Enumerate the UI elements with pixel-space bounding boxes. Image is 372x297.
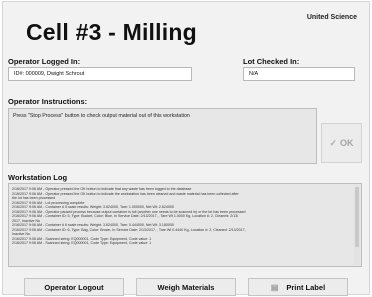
weigh-materials-label: Weigh Materials <box>157 282 215 292</box>
lot-field[interactable]: N/A <box>243 67 355 81</box>
log-scrollbar[interactable] <box>354 185 360 265</box>
company-name: United Science <box>306 14 357 21</box>
instructions-text: Press "Stop Process" button to check out… <box>13 113 190 119</box>
printer-icon: ▤ <box>270 282 279 292</box>
workstation-log[interactable]: 2/16/2017 9:06 AM - Operator pressed the… <box>8 183 362 267</box>
page-title: Cell #3 - Milling <box>26 19 197 45</box>
log-entry: 2/16/2017 9:06 AM - Scanned string: EQ00… <box>12 241 152 245</box>
check-icon: ✓ <box>329 137 338 148</box>
operator-logout-label: Operator Logout <box>44 282 104 292</box>
operator-label: Operator Logged In: <box>8 57 81 66</box>
log-scrollbar-thumb[interactable] <box>355 187 359 247</box>
instructions-label: Operator Instructions: <box>8 97 88 106</box>
operator-logout-button[interactable]: Operator Logout <box>24 278 124 296</box>
ok-button[interactable]: ✓ OK <box>321 123 362 163</box>
lot-label: Lot Checked In: <box>243 57 300 66</box>
log-list: 2/16/2017 9:06 AM - Operator pressed the… <box>9 187 353 246</box>
weigh-materials-button[interactable]: Weigh Materials <box>136 278 236 296</box>
print-label-button[interactable]: ▤ Print Label <box>248 278 348 296</box>
instructions-panel: Press "Stop Process" button to check out… <box>8 108 317 164</box>
operator-field[interactable]: ID#: 000009, Dwight Schrout <box>8 67 192 81</box>
log-label: Workstation Log <box>8 173 68 182</box>
ok-button-label: OK <box>340 138 354 148</box>
print-label-label: Print Label <box>286 282 326 292</box>
